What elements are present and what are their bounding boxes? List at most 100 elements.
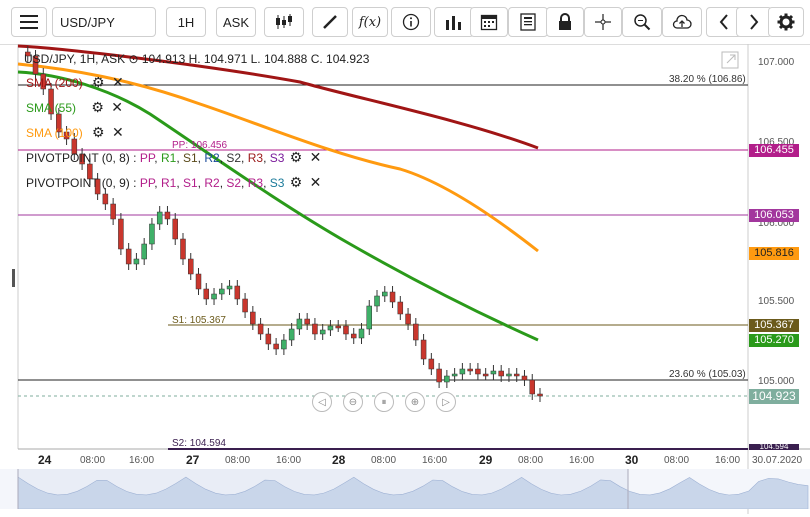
time-axis-label: 27 xyxy=(186,453,200,467)
close-icon[interactable]: ✕ xyxy=(111,99,123,115)
close-icon[interactable]: ✕ xyxy=(112,124,124,140)
lock-button[interactable] xyxy=(546,7,584,37)
hamburger-icon xyxy=(20,15,38,29)
crosshair-button[interactable] xyxy=(584,7,622,37)
price-axis-label: 105.500 xyxy=(758,296,795,307)
pivot-9-legend[interactable]: PIVOTPOINT (0, 9) : PP, R1, S1, R2, S2, … xyxy=(26,175,321,190)
gear-icon[interactable]: ⚙ xyxy=(91,99,104,115)
pivot-9-label: PIVOTPOINT (0, 9) xyxy=(26,176,130,190)
crosshair-icon xyxy=(595,14,611,30)
candle-body xyxy=(436,368,442,383)
candle-body xyxy=(358,328,365,339)
close-icon[interactable]: ✕ xyxy=(112,74,124,90)
news-button[interactable] xyxy=(508,7,548,37)
pivot-r1-part: R1 xyxy=(160,176,177,190)
time-axis-date: 30.07.2020 xyxy=(752,455,803,466)
candlestick-icon xyxy=(276,14,292,29)
price-axis-label: 105.000 xyxy=(758,376,795,387)
navigator-strip[interactable] xyxy=(0,469,810,509)
candle-body xyxy=(304,318,310,325)
zoom-out-button[interactable]: ⊖ xyxy=(343,392,363,412)
calendar-button[interactable] xyxy=(470,7,508,37)
r-price-tag: 106.053 xyxy=(749,209,799,222)
candle-body xyxy=(475,368,481,375)
pivot-s1-part: S1 xyxy=(182,151,198,165)
close-icon[interactable]: ✕ xyxy=(310,149,322,165)
resize-grip[interactable] xyxy=(12,269,15,287)
candle-body xyxy=(312,323,318,335)
fib-38-label: 38.20 % (106.86) xyxy=(669,74,746,85)
reset-button[interactable]: ⏸ xyxy=(374,392,394,412)
price-side-button[interactable]: ASK xyxy=(216,7,256,37)
price-axis-label: 107.000 xyxy=(758,57,795,68)
pivot-8-label: PIVOTPOINT (0, 8) xyxy=(26,151,130,165)
candle-body xyxy=(343,325,349,335)
candle-body xyxy=(250,311,256,325)
candle-body xyxy=(195,273,202,290)
pivot-pp-part: PP xyxy=(139,151,155,165)
chart-type-button[interactable] xyxy=(264,7,304,37)
candle-body xyxy=(281,339,287,350)
zoom-button[interactable] xyxy=(622,7,662,37)
gear-icon[interactable]: ⚙ xyxy=(290,149,303,165)
candle-body xyxy=(110,203,116,220)
lock-icon xyxy=(559,13,571,30)
scroll-right-button[interactable]: ▷ xyxy=(436,392,456,412)
time-axis-label: 24 xyxy=(38,453,52,467)
time-axis-label: 30 xyxy=(625,453,639,467)
candle-body xyxy=(413,323,419,341)
sma-200-legend[interactable]: SMA (200) ⚙ ✕ xyxy=(26,75,124,90)
sma-100-price-tag: 105.816 xyxy=(749,247,799,260)
symbol-selector[interactable]: USD/JPY xyxy=(52,7,156,37)
zoom-in-button[interactable]: ⊕ xyxy=(405,392,425,412)
candle-body xyxy=(156,211,163,225)
save-cloud-button[interactable] xyxy=(662,7,702,37)
calendar-icon xyxy=(480,14,498,31)
function-button[interactable]: f(x) xyxy=(352,7,388,37)
pivot-s1-part: S1 xyxy=(182,176,198,190)
timeframe-label: 1H xyxy=(177,14,195,30)
expand-icon[interactable] xyxy=(721,51,739,69)
candle-body xyxy=(118,218,124,250)
zoom-in-icon: ⊕ xyxy=(410,396,420,408)
chevron-left-icon xyxy=(719,14,728,30)
timeframe-button[interactable]: 1H xyxy=(166,7,206,37)
candle-body xyxy=(374,295,380,307)
time-axis-label: 29 xyxy=(479,453,493,467)
sma-100-legend[interactable]: SMA (100) ⚙ ✕ xyxy=(26,125,124,140)
candle-body xyxy=(405,313,411,325)
candle-body xyxy=(211,293,217,300)
gear-icon[interactable]: ⚙ xyxy=(92,124,105,140)
candle-body xyxy=(257,323,264,335)
candle-body xyxy=(506,373,512,377)
pivot-s1-label: S1: 105.367 xyxy=(172,315,226,326)
candle-body xyxy=(226,285,233,290)
gear-icon[interactable]: ⚙ xyxy=(290,174,303,190)
pivot-pp-part: PP xyxy=(139,176,155,190)
candle-body xyxy=(428,358,435,370)
menu-button[interactable] xyxy=(11,7,47,37)
close-icon[interactable]: ✕ xyxy=(310,174,322,190)
chart-area[interactable]: USD/JPY, 1H, ASK ⊙ 104.913 H. 104.971 L.… xyxy=(0,44,810,517)
settings-button[interactable] xyxy=(768,7,804,37)
pivot-r3-part: R3 xyxy=(247,176,264,190)
fib-23-label: 23.60 % (105.03) xyxy=(669,369,746,380)
sma-55-legend[interactable]: SMA (55) ⚙ ✕ xyxy=(26,100,123,115)
forward-button[interactable] xyxy=(736,7,772,37)
pivot-r1-part: R1 xyxy=(160,151,177,165)
pivot-8-legend[interactable]: PIVOTPOINT (0, 8) : PP, R1, S1, R2, S2, … xyxy=(26,150,321,165)
time-axis-label: 08:00 xyxy=(371,455,397,466)
candle-body xyxy=(102,193,109,205)
scroll-left-button[interactable]: ◁ xyxy=(312,392,332,412)
drawing-tool-button[interactable] xyxy=(312,7,348,37)
info-button[interactable] xyxy=(391,7,431,37)
candle-body xyxy=(180,238,186,260)
indicators-button[interactable] xyxy=(434,7,474,37)
gear-icon[interactable]: ⚙ xyxy=(92,74,105,90)
time-axis-label: 16:00 xyxy=(129,455,155,466)
candle-body xyxy=(467,368,473,372)
time-axis-label: 16:00 xyxy=(569,455,595,466)
pp-price-tag: 106.455 xyxy=(749,144,799,157)
candle-body xyxy=(296,318,303,330)
candle-body xyxy=(451,373,458,377)
